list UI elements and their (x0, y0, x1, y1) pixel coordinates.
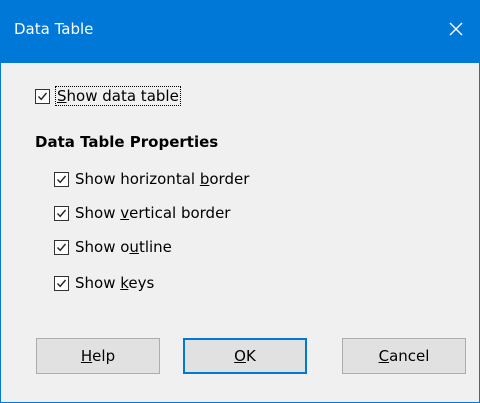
label-part: elp (92, 347, 116, 365)
mnemonic: u (129, 238, 139, 256)
show-outline-checkbox[interactable] (54, 239, 69, 255)
label-part: ertical border (129, 204, 231, 222)
show-data-table-checkbox[interactable] (35, 88, 50, 104)
close-icon (449, 22, 463, 36)
show-outline-option[interactable]: Show outline (54, 236, 172, 258)
label-part: Show (75, 204, 121, 222)
show-keys-checkbox[interactable] (54, 275, 69, 291)
label-part: how data table (66, 87, 179, 105)
label-part: ancel (389, 347, 430, 365)
window-title: Data Table (14, 20, 94, 38)
show-vertical-border-checkbox[interactable] (54, 205, 69, 221)
ok-button-label: OK (234, 347, 256, 365)
label-part: Show o (75, 238, 130, 256)
data-table-dialog: Data Table Show data table Data Table Pr… (0, 0, 480, 403)
label-part: eys (128, 274, 155, 292)
show-vertical-border-label: Show vertical border (75, 204, 230, 222)
help-button[interactable]: Help (36, 338, 160, 374)
mnemonic: b (199, 170, 210, 188)
label-part: Show horizontal (75, 170, 200, 188)
cancel-button-label: Cancel (379, 347, 430, 365)
checkmark-icon (56, 279, 67, 287)
show-horizontal-border-label: Show horizontal border (75, 170, 249, 188)
show-horizontal-border-option[interactable]: Show horizontal border (54, 168, 249, 190)
checkmark-icon (56, 209, 67, 217)
dialog-content: Show data table Data Table Properties Sh… (1, 63, 479, 402)
mnemonic: v (120, 204, 130, 222)
mnemonic: H (80, 347, 93, 365)
show-keys-option[interactable]: Show keys (54, 272, 154, 294)
show-data-table-label: Show data table (55, 86, 181, 106)
cancel-button[interactable]: Cancel (342, 338, 466, 374)
section-title: Data Table Properties (35, 133, 219, 151)
title-bar[interactable]: Data Table (1, 0, 479, 63)
checkmark-icon (56, 243, 67, 251)
mnemonic: O (234, 347, 246, 365)
ok-button[interactable]: OK (183, 338, 307, 374)
label-part: K (245, 347, 256, 365)
label-part: order (209, 170, 250, 188)
show-vertical-border-option[interactable]: Show vertical border (54, 202, 230, 224)
show-outline-label: Show outline (75, 238, 172, 256)
show-keys-label: Show keys (75, 274, 154, 292)
checkmark-icon (37, 92, 48, 100)
help-button-label: Help (81, 347, 115, 365)
close-button[interactable] (433, 0, 479, 63)
mnemonic: C (378, 347, 390, 365)
show-horizontal-border-checkbox[interactable] (54, 171, 69, 187)
mnemonic: S (57, 87, 67, 105)
checkmark-icon (56, 175, 67, 183)
label-part: Show (75, 274, 121, 292)
show-data-table-option[interactable]: Show data table (35, 85, 181, 107)
label-part: tline (138, 238, 172, 256)
